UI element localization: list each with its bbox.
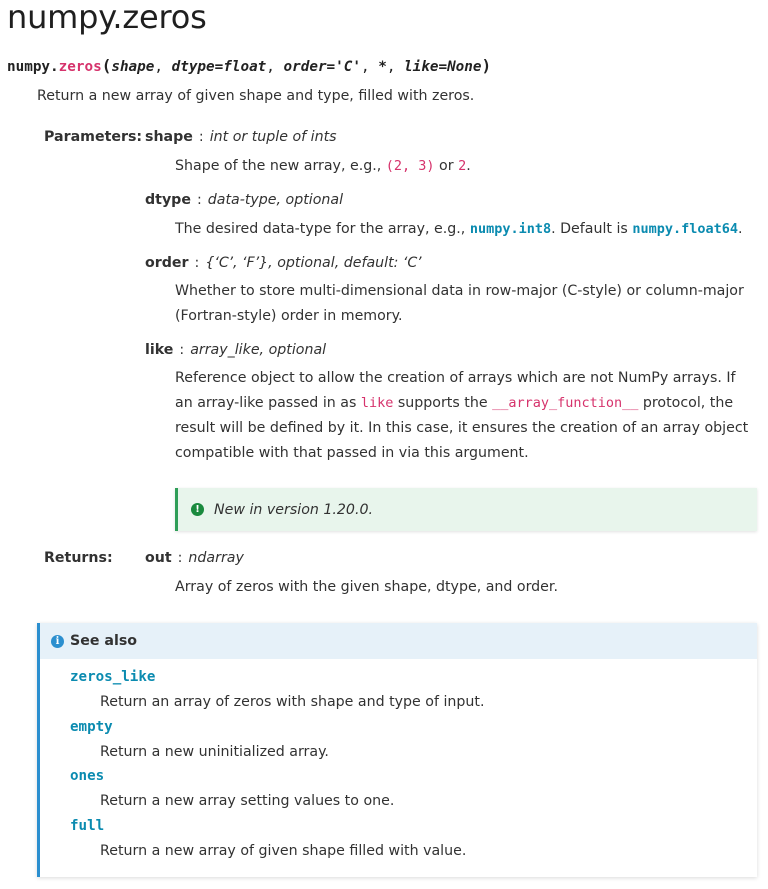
- param-name: order: [145, 255, 189, 271]
- param-name: like: [145, 342, 174, 358]
- see-also-desc: Return a new uninitialized array.: [100, 744, 329, 760]
- param-shape-desc: Shape of the new array, e.g., (2, 3) or …: [175, 154, 755, 179]
- see-also-desc: Return an array of zeros with shape and …: [100, 694, 485, 710]
- param-name: shape: [145, 129, 193, 145]
- param-like-desc: Reference object to allow the creation o…: [175, 366, 753, 466]
- desc-text: .: [466, 158, 471, 174]
- desc-text: or: [434, 158, 459, 174]
- param-name: dtype: [145, 192, 191, 208]
- see-also-link-ones[interactable]: ones: [70, 768, 104, 784]
- page-title: numpy.zeros: [7, 0, 207, 36]
- return-type: ndarray: [188, 550, 244, 566]
- see-also-desc: Return a new array of given shape filled…: [100, 843, 467, 859]
- parameters-label: Parameters:: [44, 129, 143, 145]
- returns-label: Returns:: [44, 550, 113, 566]
- desc-text: .: [738, 221, 743, 237]
- see-also-link-full[interactable]: full: [70, 818, 104, 834]
- version-added-note: ! New in version 1.20.0.: [175, 488, 757, 531]
- code-literal: __array_function__: [492, 395, 639, 411]
- function-summary: Return a new array of given shape and ty…: [37, 88, 475, 104]
- code-literal: (2, 3): [385, 158, 435, 174]
- desc-text: The desired data-type for the array, e.g…: [175, 221, 470, 237]
- signature-param: shape: [111, 59, 155, 75]
- desc-text: Shape of the new array, e.g.,: [175, 158, 386, 174]
- param-separator: :: [179, 342, 185, 358]
- numpy-float64-link[interactable]: numpy.float64: [632, 221, 738, 237]
- function-signature: numpy.zeros(shape, dtype=float, order='C…: [7, 56, 492, 75]
- see-also-header: i See also: [40, 623, 757, 659]
- param-dtype-desc: The desired data-type for the array, e.g…: [175, 217, 755, 242]
- param-type: array_like, optional: [190, 342, 327, 358]
- exclamation-circle-icon: !: [191, 503, 204, 516]
- param-like-head: like: array_like, optional: [145, 342, 326, 358]
- desc-text: supports the: [393, 395, 493, 411]
- numpy-int8-link[interactable]: numpy.int8: [470, 221, 551, 237]
- param-type: {‘C’, ‘F’}, optional, default: ‘C’: [205, 255, 422, 271]
- param-order-head: order: {‘C’, ‘F’}, optional, default: ‘C’: [145, 255, 422, 271]
- code-literal: like: [360, 395, 394, 411]
- signature-param: dtype=float: [171, 59, 267, 75]
- return-name: out: [145, 550, 172, 566]
- see-also-link-zeros-like[interactable]: zeros_like: [70, 669, 155, 685]
- param-separator: :: [196, 192, 202, 208]
- signature-function-name: zeros: [58, 59, 102, 75]
- info-circle-icon: i: [51, 634, 64, 648]
- param-type: data-type, optional: [207, 192, 344, 208]
- signature-open-paren: (: [101, 56, 112, 75]
- return-out-head: out: ndarray: [145, 550, 244, 566]
- param-order-desc: Whether to store multi-dimensional data …: [175, 283, 744, 324]
- version-added-text: New in version 1.20.0.: [214, 501, 374, 518]
- return-out-desc: Array of zeros with the given shape, dty…: [175, 579, 558, 595]
- signature-param: *: [378, 59, 387, 75]
- see-also-desc: Return a new array setting values to one…: [100, 793, 395, 809]
- param-dtype-head: dtype: data-type, optional: [145, 192, 343, 208]
- signature-param: like=None: [404, 59, 482, 75]
- signature-module: numpy.: [7, 59, 59, 75]
- desc-text: . Default is: [551, 221, 633, 237]
- signature-close-paren: ): [481, 56, 492, 75]
- see-also-link-empty[interactable]: empty: [70, 719, 113, 735]
- see-also-box: i See also zeros_like Return an array of…: [37, 623, 757, 877]
- param-separator: :: [194, 255, 200, 271]
- param-separator: :: [198, 129, 204, 145]
- see-also-title: See also: [70, 633, 138, 649]
- code-literal: 2: [458, 158, 467, 174]
- param-type: int or tuple of ints: [209, 129, 337, 145]
- param-shape-head: shape: int or tuple of ints: [145, 129, 337, 145]
- return-separator: :: [177, 550, 183, 566]
- signature-param: order='C': [283, 59, 361, 75]
